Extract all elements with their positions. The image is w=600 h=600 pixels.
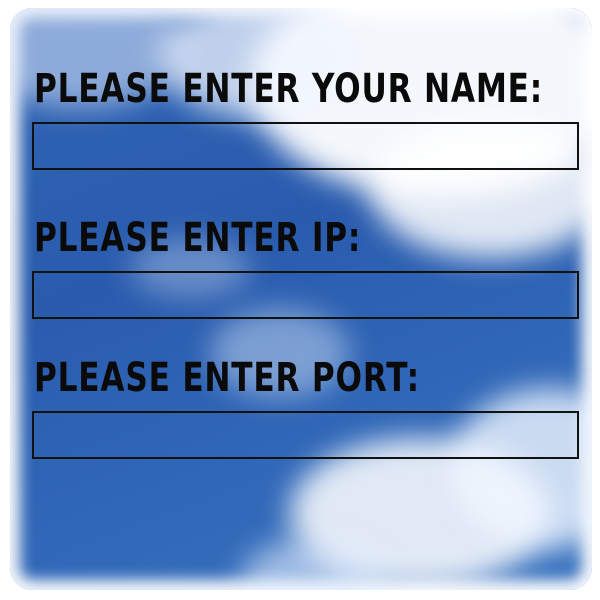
ip-input[interactable] — [32, 271, 579, 319]
port-input[interactable] — [32, 411, 579, 459]
ip-label: Please Enter IP: — [34, 215, 362, 261]
port-label: Please Enter Port: — [34, 355, 420, 401]
name-input[interactable] — [32, 122, 579, 170]
name-label: Please Enter Your Name: — [34, 66, 544, 112]
connect-screen: Please Enter Your Name: Please Enter IP:… — [0, 0, 600, 600]
